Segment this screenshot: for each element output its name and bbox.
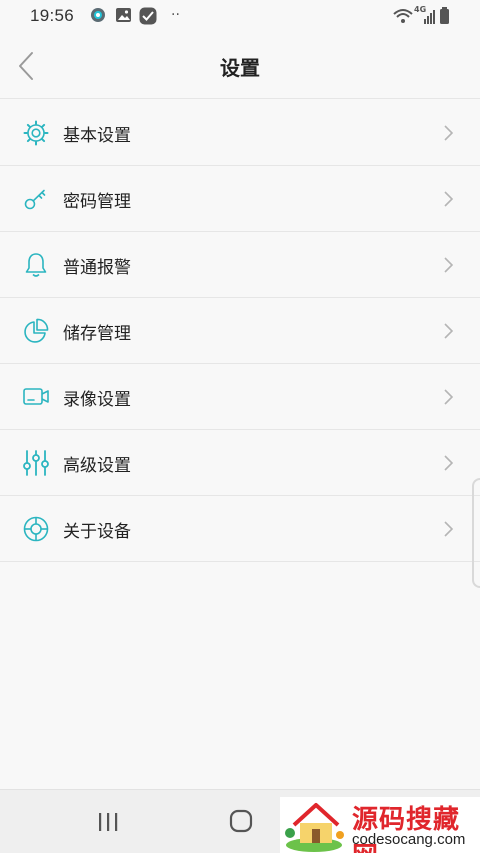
network-type-label: 4G [414,5,427,14]
settings-list: 基本设置 密码管理 普通报警 储存管理 录像设置 高级设置 关于设备 [0,100,480,562]
watermark-logo: 源码搜藏网 codesocang.com [280,797,480,853]
settings-item-label: 储存管理 [63,324,131,344]
home-button[interactable] [229,809,253,837]
settings-item-label: 关于设备 [63,522,131,542]
settings-item-alarm[interactable]: 普通报警 [0,232,480,298]
watermark-subtitle: codesocang.com [352,831,466,848]
settings-item-advanced[interactable]: 高级设置 [0,430,480,496]
page-title: 设置 [220,56,260,80]
settings-item-storage[interactable]: 储存管理 [0,298,480,364]
chevron-right-icon [442,190,454,208]
task-check-icon [139,7,157,29]
house-logo-icon [285,803,344,852]
pie-chart-icon [22,317,50,345]
chevron-right-icon [442,124,454,142]
camera-app-icon [90,7,106,27]
more-notifications-icon: ·· [171,7,180,23]
settings-item-password[interactable]: 密码管理 [0,166,480,232]
bell-icon [22,251,50,279]
chevron-right-icon [442,454,454,472]
sliders-icon [22,449,50,477]
edge-panel-handle[interactable] [472,478,480,588]
chevron-right-icon [442,256,454,274]
key-icon [22,185,50,213]
app-header: 设置 [0,32,480,99]
chevron-right-icon [442,388,454,406]
status-time: 19:56 [30,6,75,25]
settings-item-basic[interactable]: 基本设置 [0,100,480,166]
settings-item-label: 普通报警 [63,258,131,278]
settings-item-about[interactable]: 关于设备 [0,496,480,562]
settings-item-label: 密码管理 [63,192,131,212]
home-icon [229,809,253,833]
settings-item-label: 录像设置 [63,390,131,410]
settings-item-recording[interactable]: 录像设置 [0,364,480,430]
chevron-right-icon [442,322,454,340]
video-camera-icon [22,383,50,411]
status-right-group: 4G [392,5,450,30]
settings-item-label: 基本设置 [63,126,131,146]
recent-apps-button[interactable] [97,812,119,836]
lifebuoy-icon [22,515,50,543]
recent-apps-icon [99,813,118,831]
gear-icon [22,119,50,147]
chevron-right-icon [442,520,454,538]
settings-item-label: 高级设置 [63,456,131,476]
image-icon [115,7,132,27]
status-bar: 19:56 ·· 4G [0,0,480,32]
